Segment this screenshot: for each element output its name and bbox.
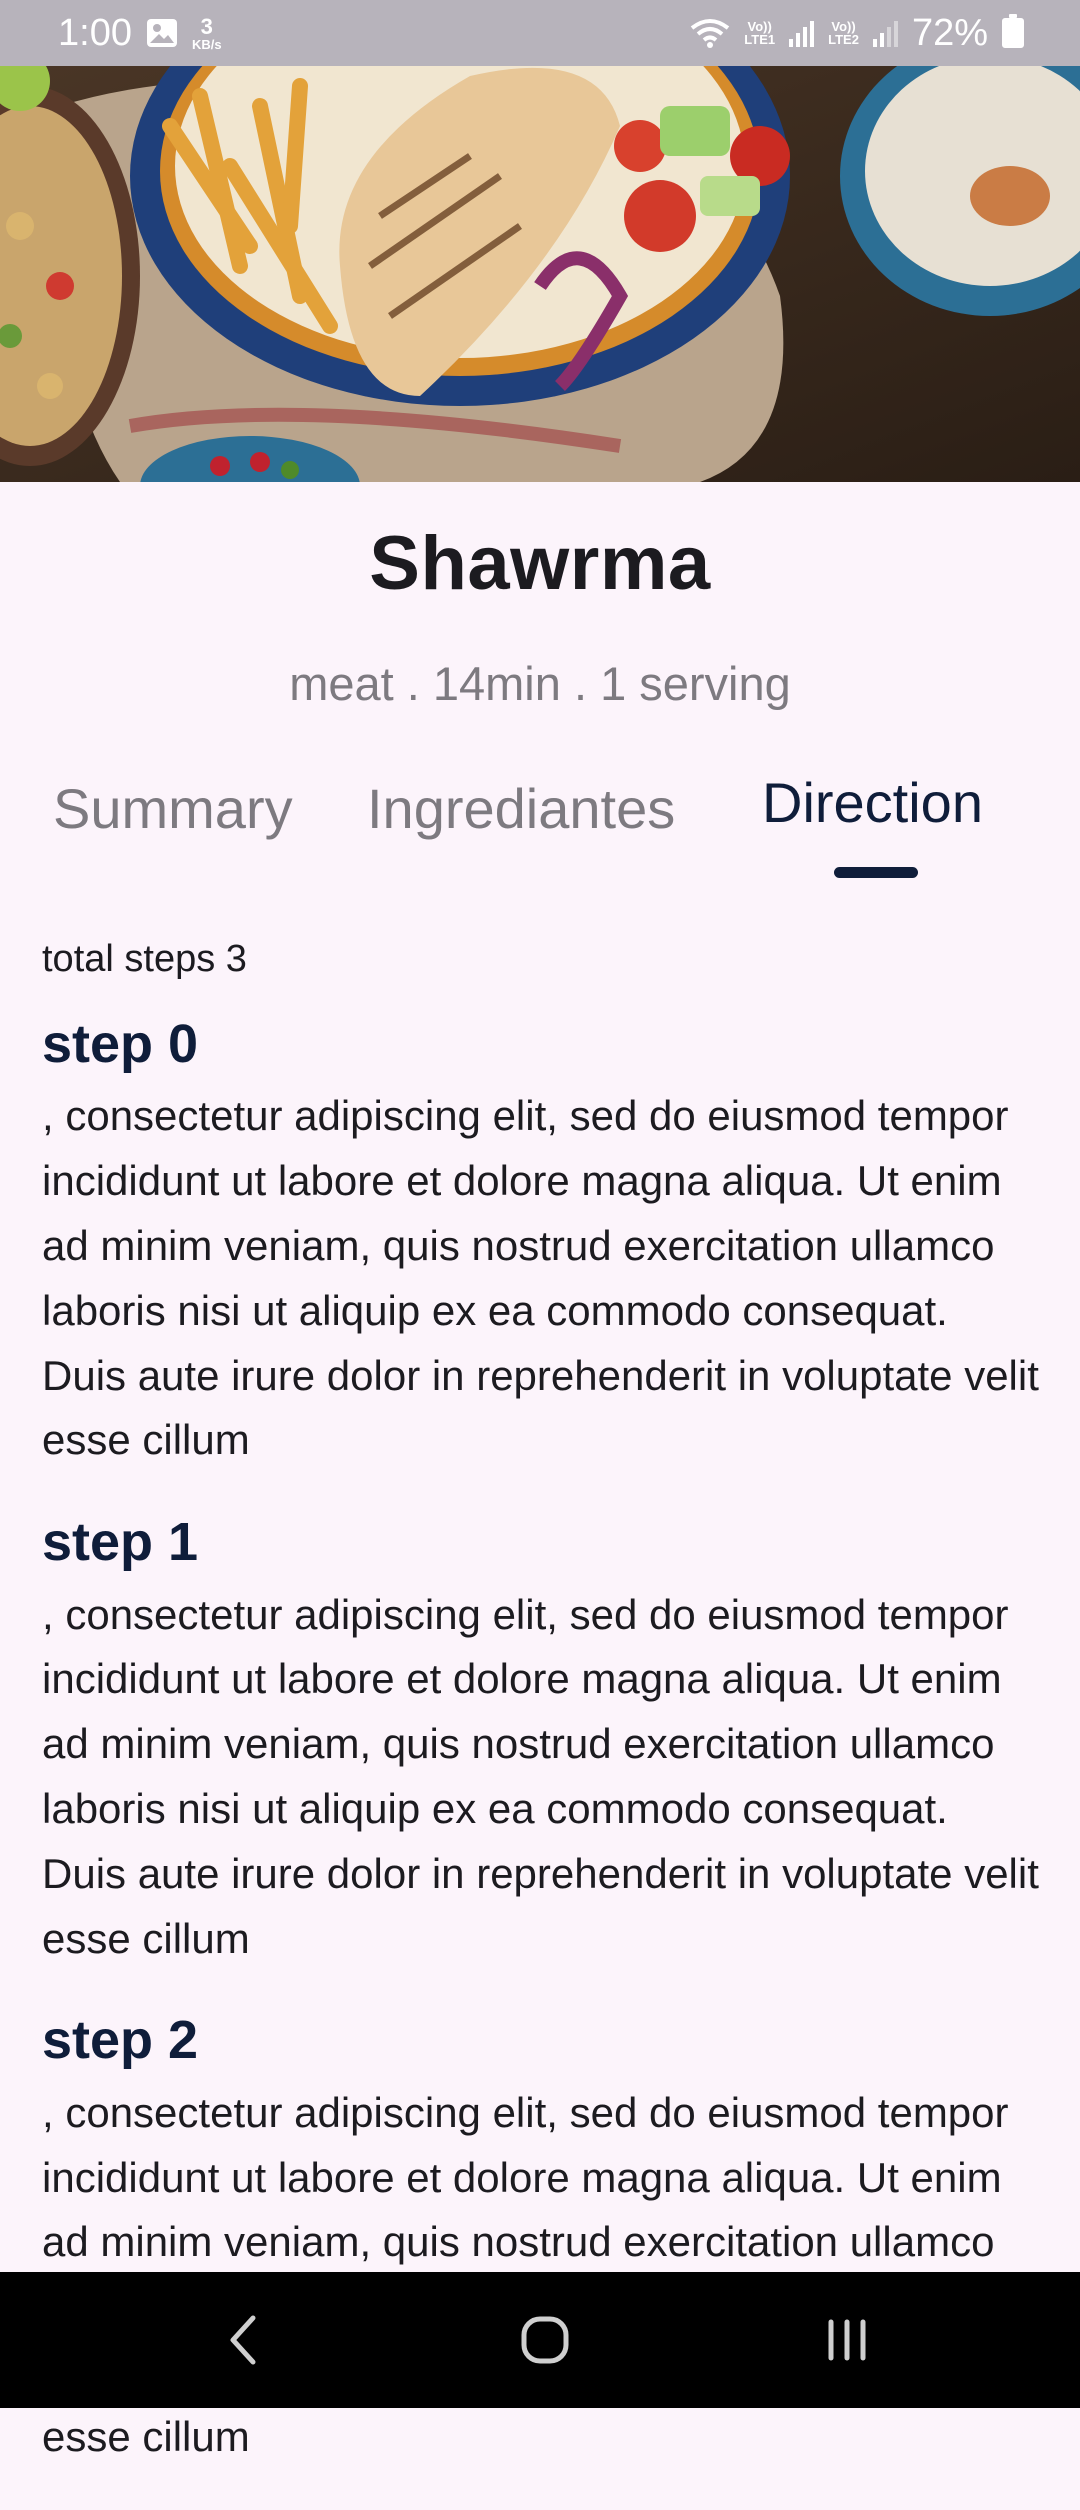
shawarma-plate-illustration: [0, 66, 1080, 482]
sim2-label: Vo)) LTE2: [828, 20, 859, 46]
tab-active-indicator: [834, 867, 918, 878]
list-item: step 0 , consectetur adipiscing elit, se…: [42, 1014, 1042, 1473]
recipe-meta: meat . 14min . 1 serving: [289, 657, 791, 710]
sim1-type: LTE1: [744, 32, 776, 47]
back-icon: [230, 2315, 256, 2365]
list-item: step 1 , consectetur adipiscing elit, se…: [42, 1512, 1042, 1971]
network-speed-value: 3: [200, 13, 213, 39]
step-title: step 0: [42, 1014, 199, 1074]
total-steps-label: total steps 3: [42, 938, 247, 980]
tab-summary[interactable]: Summary: [53, 776, 293, 841]
sim1-label: Vo)) LTE1: [744, 20, 775, 46]
status-left: 1:00 3 KB/s: [58, 12, 222, 55]
step-text: , consectetur adipiscing elit, sed do ei…: [42, 1590, 1039, 1962]
gallery-icon: [146, 19, 177, 47]
tab-ingrediantes[interactable]: Ingrediantes: [367, 776, 675, 841]
step-title: step 2: [42, 2010, 199, 2071]
step-text: , consectetur adipiscing elit, sed do ei…: [42, 1092, 1039, 1464]
system-nav-bar: [0, 2272, 1080, 2408]
signal-icon: [789, 19, 815, 47]
battery-icon: [1002, 14, 1024, 48]
battery-percent: 72%: [911, 11, 988, 54]
recipe-hero-image: [0, 66, 1080, 482]
home-icon: [521, 2316, 569, 2364]
signal-icon-2: [872, 19, 898, 47]
recipe-tabs: Summary Ingrediantes Direction: [0, 760, 1080, 880]
back-button[interactable]: [168, 2272, 318, 2408]
step-title: step 1: [42, 1512, 199, 1573]
recents-icon: [828, 2319, 866, 2361]
tab-direction[interactable]: Direction: [762, 770, 983, 835]
status-time: 1:00: [58, 11, 132, 54]
wifi-icon: [691, 19, 730, 48]
network-speed-unit: KB/s: [191, 36, 222, 52]
status-right: Vo)) LTE1 Vo)) LTE2 72%: [690, 12, 1024, 55]
recipe-title: Shawrma: [369, 521, 711, 606]
network-speed: 3 KB/s: [191, 13, 222, 52]
sim2-type: LTE2: [828, 32, 859, 47]
recents-button[interactable]: [772, 2272, 922, 2408]
home-button[interactable]: [470, 2272, 620, 2408]
status-bar: 1:00 3 KB/s Vo)) LTE1 Vo)) LTE2 72%: [0, 0, 1080, 66]
